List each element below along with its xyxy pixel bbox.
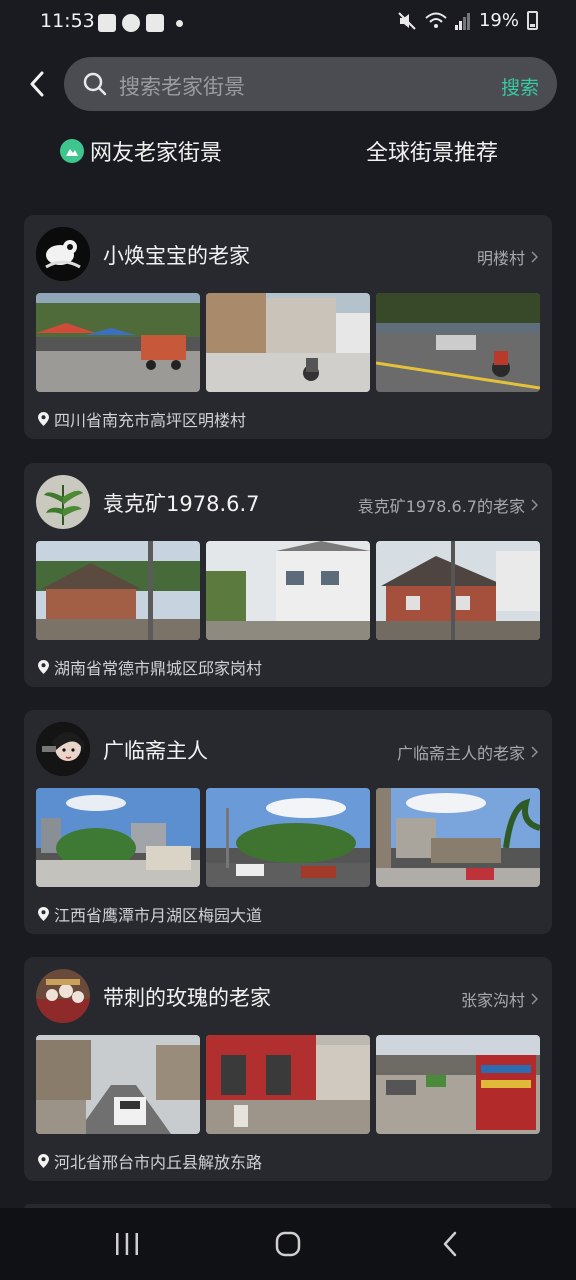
app-logo-icon <box>60 139 84 163</box>
hometown-link[interactable]: 袁克矿1978.6.7的老家 <box>358 493 538 517</box>
wifi-icon <box>425 12 447 28</box>
hometown-link-label: 明楼村 <box>476 249 525 268</box>
location: 河北省邢台市内丘县解放东路 <box>38 1149 262 1173</box>
mute-icon <box>398 11 416 30</box>
photo-strip <box>36 1035 540 1134</box>
back-icon <box>443 1231 457 1257</box>
system-nav-bar <box>0 1208 576 1280</box>
tab-user-streetviews[interactable]: 网友老家街景 <box>60 135 222 167</box>
recent-apps-icon <box>116 1233 138 1255</box>
streetview-photo[interactable] <box>36 541 200 640</box>
notification-icons <box>98 14 183 32</box>
hometown-link[interactable]: 明楼村 <box>477 245 538 269</box>
streetview-card[interactable]: 带刺的玫瑰的老家 张家沟村 河北省邢台市内丘县解放东路 <box>24 957 552 1181</box>
tab-label: 全球街景推荐 <box>366 141 499 166</box>
hometown-link-label: 张家沟村 <box>460 991 525 1010</box>
location-pin-icon <box>38 907 49 921</box>
hometown-link-label: 广临斋主人的老家 <box>396 744 525 763</box>
system-back-button[interactable] <box>430 1226 470 1262</box>
avatar[interactable] <box>36 722 90 776</box>
search-input[interactable]: 搜索老家街景 搜索 <box>64 57 557 111</box>
chevron-right-icon <box>531 499 538 511</box>
chevron-right-icon <box>531 993 538 1005</box>
hometown-link[interactable]: 广临斋主人的老家 <box>397 740 538 764</box>
dot-icon <box>176 19 183 27</box>
cloud-icon <box>122 14 140 32</box>
avatar[interactable] <box>36 475 90 529</box>
photo-strip <box>36 541 540 640</box>
location: 湖南省常德市鼎城区邱家岗村 <box>38 655 262 679</box>
battery-level: 19% <box>478 10 519 31</box>
username: 小焕宝宝的老家 <box>103 244 250 268</box>
streetview-card[interactable]: 小焕宝宝的老家 明楼村 四川省南充市高坪区明楼村 <box>24 215 552 439</box>
streetview-photo[interactable] <box>206 541 370 640</box>
streetview-photo[interactable] <box>376 293 540 392</box>
streetview-photo[interactable] <box>206 1035 370 1134</box>
streetview-photo[interactable] <box>36 293 200 392</box>
photo-strip <box>36 293 540 392</box>
avatar[interactable] <box>36 227 90 281</box>
location-text: 江西省鹰潭市月湖区梅园大道 <box>54 906 263 925</box>
photo-strip <box>36 788 540 887</box>
streetview-photo[interactable] <box>206 293 370 392</box>
streetview-photo[interactable] <box>206 788 370 887</box>
username: 带刺的玫瑰的老家 <box>103 986 271 1010</box>
tab-bar: 网友老家街景 全球街景推荐 <box>0 135 576 171</box>
chevron-right-icon <box>531 251 538 263</box>
home-icon <box>275 1231 301 1257</box>
username: 广临斋主人 <box>103 739 208 763</box>
recent-apps-button[interactable] <box>107 1226 147 1262</box>
username: 袁克矿1978.6.7 <box>103 492 260 516</box>
signal-icon <box>454 12 470 30</box>
location-pin-icon <box>38 412 49 426</box>
search-submit-button[interactable]: 搜索 <box>501 73 539 100</box>
streetview-photo[interactable] <box>376 1035 540 1134</box>
hometown-link[interactable]: 张家沟村 <box>461 987 538 1011</box>
system-icons: 19% <box>397 10 538 31</box>
check-icon <box>146 14 164 32</box>
chevron-left-icon <box>30 71 44 97</box>
gallery-icon <box>98 14 116 32</box>
streetview-card[interactable]: 广临斋主人 广临斋主人的老家 江西省鹰潭市月湖区梅园大道 <box>24 710 552 934</box>
location-pin-icon <box>38 1154 49 1168</box>
battery-icon <box>527 11 538 30</box>
chevron-right-icon <box>531 746 538 758</box>
search-placeholder: 搜索老家街景 <box>119 75 245 99</box>
search-row: 搜索老家街景 搜索 <box>0 57 576 111</box>
back-button[interactable] <box>24 69 50 99</box>
home-button[interactable] <box>268 1226 308 1262</box>
status-bar: 11:53 19% <box>0 0 576 48</box>
location-text: 四川省南充市高坪区明楼村 <box>54 411 247 430</box>
location: 江西省鹰潭市月湖区梅园大道 <box>38 902 262 926</box>
search-icon <box>83 72 107 96</box>
streetview-photo[interactable] <box>376 788 540 887</box>
status-time: 11:53 <box>40 10 95 32</box>
streetview-photo[interactable] <box>376 541 540 640</box>
location-text: 河北省邢台市内丘县解放东路 <box>54 1153 263 1172</box>
avatar[interactable] <box>36 969 90 1023</box>
location-pin-icon <box>38 660 49 674</box>
location: 四川省南充市高坪区明楼村 <box>38 407 246 431</box>
streetview-photo[interactable] <box>36 788 200 887</box>
hometown-link-label: 袁克矿1978.6.7的老家 <box>357 497 525 516</box>
streetview-card[interactable]: 袁克矿1978.6.7 袁克矿1978.6.7的老家 湖南省常德市鼎城区邱家岗村 <box>24 463 552 687</box>
tab-global-recommend[interactable]: 全球街景推荐 <box>366 135 498 167</box>
location-text: 湖南省常德市鼎城区邱家岗村 <box>54 659 263 678</box>
streetview-photo[interactable] <box>36 1035 200 1134</box>
tab-label: 网友老家街景 <box>90 141 223 166</box>
